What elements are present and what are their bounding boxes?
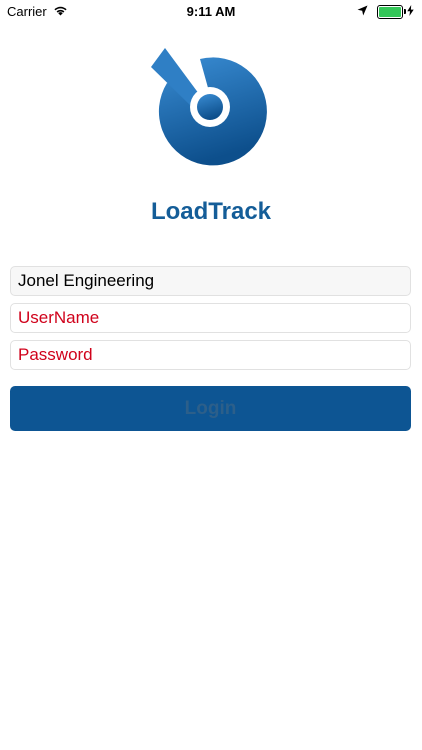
status-bar: Carrier 9:11 AM (0, 0, 422, 22)
charging-bolt-icon (407, 4, 414, 19)
password-field[interactable] (10, 340, 411, 370)
app-title: LoadTrack (150, 198, 272, 225)
company-field[interactable] (10, 266, 411, 296)
status-right (357, 4, 414, 19)
battery-fill (379, 6, 401, 17)
username-field[interactable] (10, 303, 411, 333)
location-arrow-icon (357, 4, 368, 19)
battery-tip (404, 8, 406, 14)
satellite-dish-logo-icon (151, 48, 267, 166)
app-logo (148, 46, 268, 166)
login-button[interactable]: Login (10, 386, 411, 431)
battery-icon (377, 4, 406, 19)
